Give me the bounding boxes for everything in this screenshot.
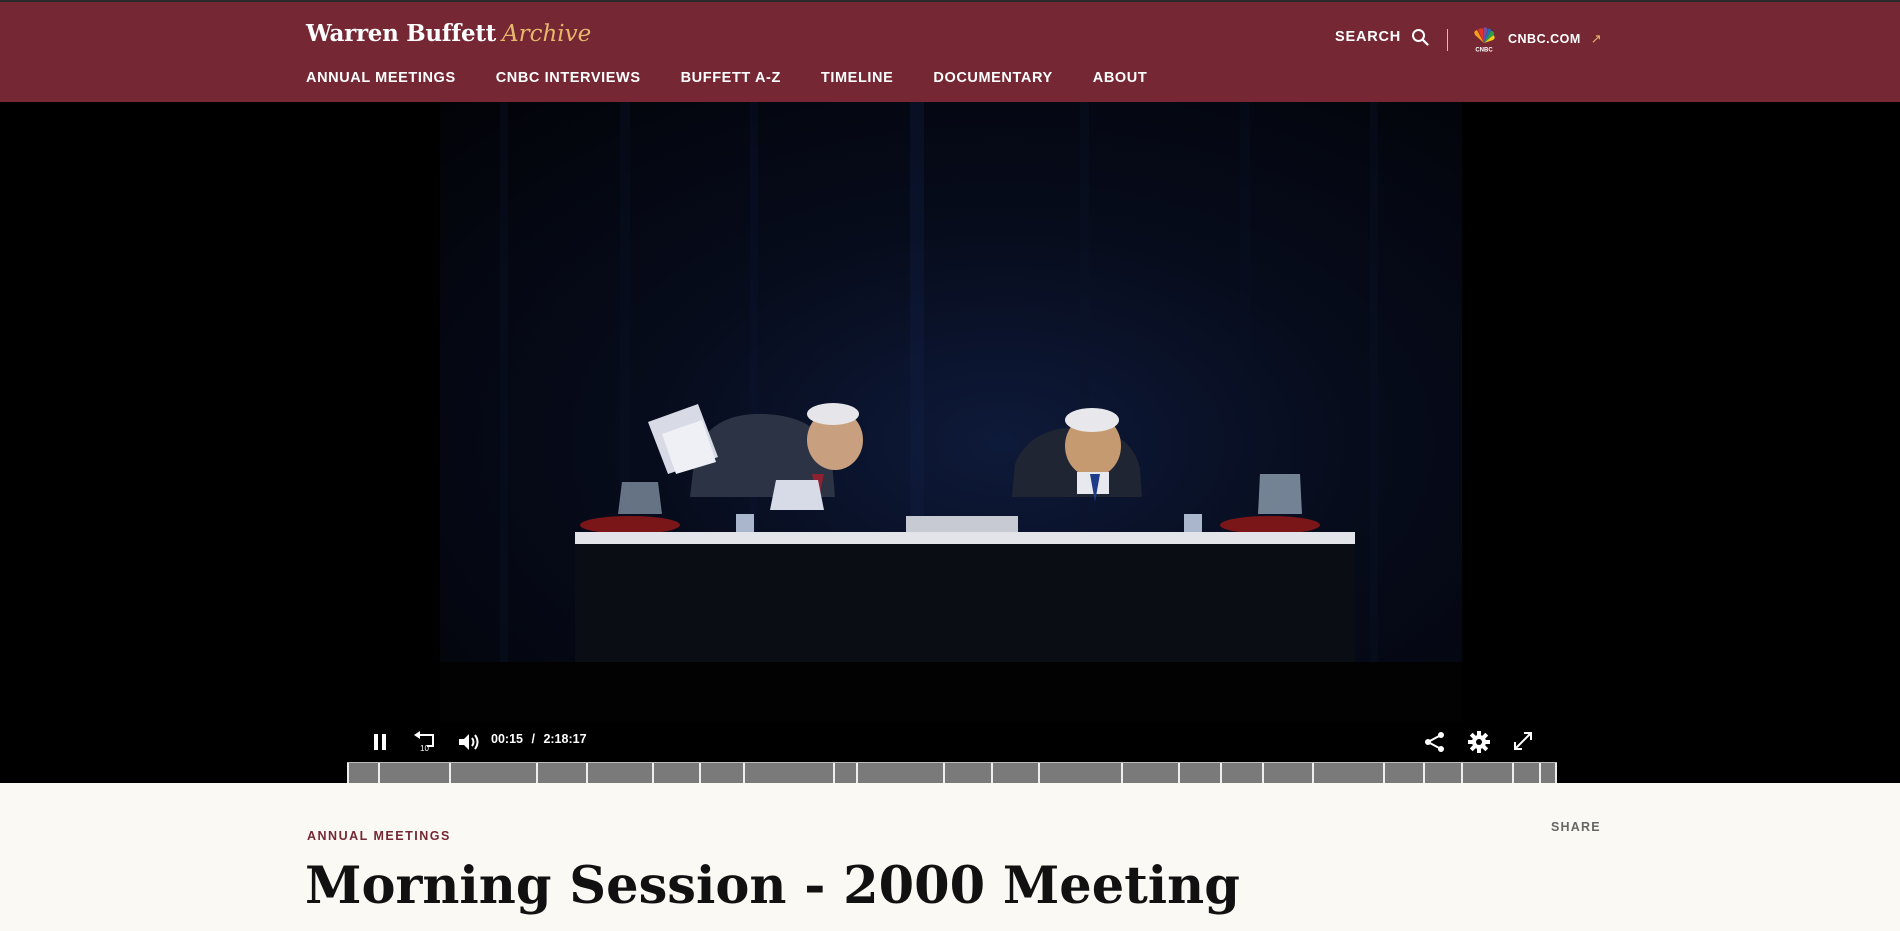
chapter-marker[interactable] [652,763,654,783]
video-player[interactable]: 10 00:15 / 2:18:17 [0,102,1900,783]
rewind-10-icon[interactable]: 10 [413,730,437,752]
chapter-marker[interactable] [856,763,858,783]
page-title: Morning Session - 2000 Meeting [305,856,1240,916]
chapter-marker[interactable] [833,763,835,783]
site-header: Warren Buffett Archive ANNUAL MEETINGS CN… [0,0,1900,102]
chapter-marker[interactable] [1038,763,1040,783]
nav-documentary[interactable]: DOCUMENTARY [933,70,1052,86]
chapter-marker[interactable] [586,763,588,783]
search-label: SEARCH [1335,29,1402,45]
chapter-marker[interactable] [991,763,993,783]
chapter-marker[interactable] [378,763,380,783]
chapter-marker[interactable] [1383,763,1385,783]
chapter-marker[interactable] [743,763,745,783]
player-controls: 10 00:15 / 2:18:17 [0,722,1900,762]
pause-icon[interactable] [372,733,388,751]
main-nav: ANNUAL MEETINGS CNBC INTERVIEWS BUFFETT … [306,70,1187,86]
brand-main: Warren Buffett [306,20,496,47]
share-button[interactable]: SHARE [1551,820,1601,834]
chapter-marker[interactable] [1312,763,1314,783]
chapter-marker[interactable] [1178,763,1180,783]
category-eyebrow[interactable]: ANNUAL MEETINGS [307,829,451,843]
nav-annual-meetings[interactable]: ANNUAL MEETINGS [306,70,456,86]
time-separator: / [531,732,535,746]
header-divider [1447,29,1448,51]
chapter-marker[interactable] [1220,763,1222,783]
current-time: 00:15 [491,732,523,746]
video-scene [440,102,1462,722]
nav-about[interactable]: ABOUT [1093,70,1148,86]
share-icon[interactable] [1424,731,1446,753]
chapter-marker[interactable] [536,763,538,783]
video-frame[interactable] [440,102,1462,722]
brand-accent: Archive [501,21,592,47]
fullscreen-icon[interactable] [1513,731,1533,751]
nav-buffett-a-z[interactable]: BUFFETT A-Z [681,70,781,86]
external-link-icon: ↗ [1590,31,1602,46]
cnbc-label: CNBC.COM [1508,32,1581,46]
search-button[interactable]: SEARCH [1335,28,1429,46]
chapter-marker[interactable] [1512,763,1514,783]
chapter-marker[interactable] [1262,763,1264,783]
time-display: 00:15 / 2:18:17 [491,732,587,746]
chapter-marker[interactable] [449,763,451,783]
progress-bar[interactable] [347,762,1557,783]
cnbc-peacock-icon: CNBC [1474,27,1495,53]
chapter-marker[interactable] [1555,763,1557,783]
nav-cnbc-interviews[interactable]: CNBC INTERVIEWS [496,70,641,86]
duration: 2:18:17 [543,732,587,746]
site-logo[interactable]: Warren Buffett Archive [306,20,591,47]
svg-text:CNBC: CNBC [1475,48,1493,53]
search-icon [1412,29,1429,46]
settings-gear-icon[interactable] [1468,731,1490,753]
chapter-marker[interactable] [1461,763,1463,783]
volume-icon[interactable] [458,732,480,752]
chapter-marker[interactable] [1423,763,1425,783]
chapter-marker[interactable] [347,763,349,783]
chapter-marker[interactable] [943,763,945,783]
chapter-marker[interactable] [1121,763,1123,783]
chapter-marker[interactable] [1539,763,1541,783]
chapter-marker[interactable] [699,763,701,783]
cnbc-link[interactable]: CNBC CNBC.COM ↗ [1468,26,1602,52]
rewind-10-label: 10 [420,744,429,752]
nav-timeline[interactable]: TIMELINE [821,70,893,86]
